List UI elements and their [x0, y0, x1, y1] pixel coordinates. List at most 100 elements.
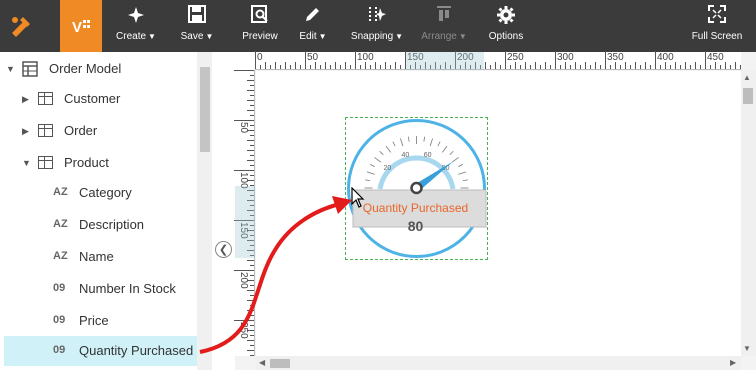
tree-field-number-in-stock[interactable]: 09 Number In Stock — [0, 274, 197, 304]
tree-table-product[interactable]: ▼ Product — [0, 148, 197, 178]
ruler-tick — [630, 65, 631, 69]
edit-label: Edit — [299, 31, 317, 42]
ruler-tick — [247, 150, 254, 151]
ruler-tick — [725, 62, 726, 69]
ruler-tick — [280, 65, 281, 69]
canvas-vertical-scrollbar[interactable] — [741, 70, 756, 356]
save-label: Save — [180, 31, 204, 42]
ruler-tick — [265, 62, 266, 69]
ruler-tick — [705, 51, 706, 69]
ruler-tick — [340, 65, 341, 69]
tree-table-customer[interactable]: ▶ Customer — [0, 84, 197, 114]
ruler-tick — [740, 65, 741, 69]
snapping-icon — [346, 5, 408, 27]
ruler-tick — [234, 120, 254, 121]
ruler-tick — [250, 115, 254, 116]
table-icon — [38, 124, 53, 137]
ruler-tick — [490, 65, 491, 69]
gauge-hub — [410, 181, 423, 195]
ruler-tick — [505, 51, 506, 69]
ruler-tick — [360, 65, 361, 69]
ruler-tick — [680, 65, 681, 69]
sparkle-icon — [108, 5, 164, 27]
ruler-tick — [250, 135, 254, 136]
ruler-label: 100 — [357, 52, 374, 63]
chevron-down-icon: ▼ — [458, 32, 467, 41]
ruler-tick — [570, 65, 571, 69]
tree-field-description[interactable]: AZ Description — [0, 210, 197, 240]
gear-icon — [484, 5, 528, 27]
canvas-vertical-scrollbar-thumb[interactable] — [743, 88, 753, 104]
full-screen-button[interactable]: Full Screen — [688, 0, 746, 52]
ruler-tick — [247, 160, 254, 161]
ruler-tick — [375, 62, 376, 69]
edit-button[interactable]: Edit ▼ — [292, 0, 334, 52]
ruler-tick — [395, 62, 396, 69]
arrange-button[interactable]: Arrange ▼ — [416, 0, 472, 52]
save-button[interactable]: Save ▼ — [172, 0, 222, 52]
chevron-right-icon[interactable]: ▶ — [22, 94, 29, 105]
options-button[interactable]: Options — [484, 0, 528, 52]
database-icon — [22, 61, 38, 80]
tree-field-quantity-purchased[interactable]: 09 Quantity Purchased — [4, 336, 197, 366]
dashboard-logo-icon[interactable]: V — [60, 0, 102, 52]
ruler-tick — [400, 65, 401, 69]
ruler-tick — [330, 65, 331, 69]
preview-button[interactable]: Preview — [234, 0, 286, 52]
ruler-tick — [247, 110, 254, 111]
ruler-tick — [595, 62, 596, 69]
ruler-tick — [615, 62, 616, 69]
ruler-tick — [250, 85, 254, 86]
ruler-tick — [495, 62, 496, 69]
snapping-button[interactable]: Snapping ▼ — [346, 0, 408, 52]
ruler-label: 250 — [507, 52, 524, 63]
ruler-tick — [285, 62, 286, 69]
tree-table-order[interactable]: ▶ Order — [0, 116, 197, 146]
ruler-tick — [580, 65, 581, 69]
sidebar-scrollbar-thumb[interactable] — [200, 67, 210, 152]
tree-field-label: Name — [79, 249, 114, 264]
ruler-label: 300 — [557, 52, 574, 63]
ruler-tick — [690, 65, 691, 69]
ruler-tick — [250, 175, 254, 176]
tree-field-category[interactable]: AZ Category — [0, 178, 197, 208]
horizontal-ruler: 0 50 100 150 200 250 300 350 400 450 — [255, 51, 741, 70]
ruler-tick — [525, 62, 526, 69]
arrange-icon — [416, 5, 472, 27]
scroll-down-icon[interactable]: ▼ — [743, 344, 751, 353]
fullscreen-icon — [688, 5, 746, 27]
ruler-tick — [345, 62, 346, 69]
chevron-down-icon[interactable]: ▼ — [22, 158, 31, 168]
chevron-right-icon[interactable]: ▶ — [22, 126, 29, 137]
ruler-tick — [250, 125, 254, 126]
ruler-tick — [234, 170, 254, 171]
ruler-tick — [730, 65, 731, 69]
ruler-tick — [635, 62, 636, 69]
data-model-tree: ▼ Order Model ▶ Customer ▶ Order ▼ Produ… — [0, 52, 212, 370]
ruler-tick — [620, 65, 621, 69]
ruler-tick — [510, 65, 511, 69]
ruler-tick — [250, 155, 254, 156]
table-icon — [38, 156, 53, 169]
scroll-right-icon[interactable]: ▶ — [730, 358, 736, 367]
ruler-tick — [234, 70, 254, 71]
tree-field-name[interactable]: AZ Name — [0, 242, 197, 272]
gauge-tick-label: 40 — [401, 152, 409, 159]
chevron-down-icon: ▼ — [148, 32, 156, 41]
ruler-tick — [715, 62, 716, 69]
ruler-tick — [247, 140, 254, 141]
ruler-tick — [625, 62, 626, 69]
ruler-tick — [500, 65, 501, 69]
ruler-tick — [540, 65, 541, 69]
ruler-tick — [320, 65, 321, 69]
scroll-up-icon[interactable]: ▲ — [743, 73, 751, 82]
gauge-widget[interactable]: 20 40 60 80 — [345, 117, 488, 260]
ruler-label: 0 — [257, 52, 263, 63]
create-button[interactable]: Create ▼ — [108, 0, 164, 52]
tree-field-price[interactable]: 09 Price — [0, 306, 197, 336]
app-logo-icon[interactable] — [0, 0, 42, 52]
chevron-down-icon[interactable]: ▼ — [6, 64, 15, 74]
tree-root-order-model[interactable]: ▼ Order Model — [0, 54, 197, 84]
ruler-tick — [270, 65, 271, 69]
pencil-icon — [292, 5, 334, 27]
